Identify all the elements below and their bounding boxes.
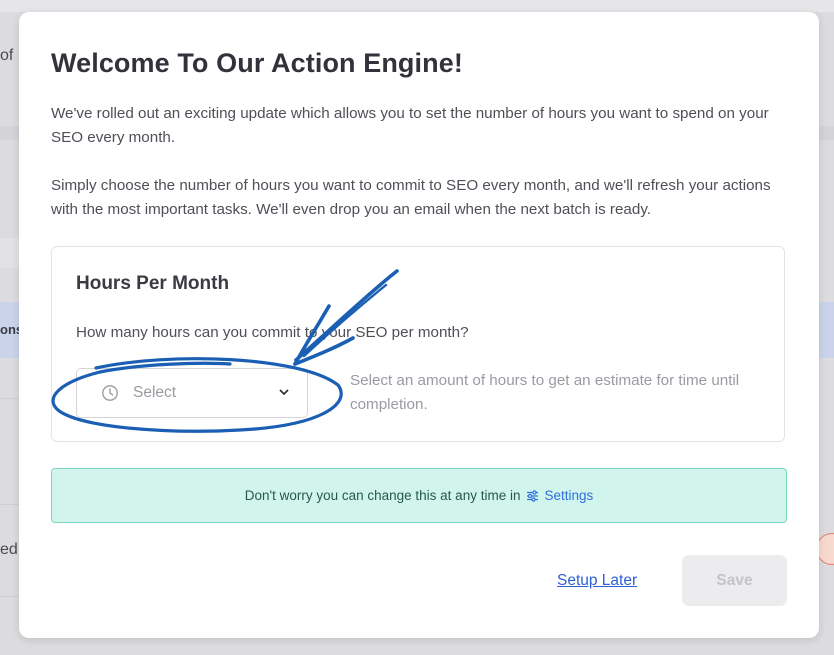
card-title: Hours Per Month [76, 273, 230, 294]
hours-question: How many hours can you commit to your SE… [76, 324, 469, 341]
hours-per-month-card: Hours Per Month How many hours can you c… [51, 246, 785, 442]
instructions-paragraph: Simply choose the number of hours you wa… [51, 177, 771, 218]
background-header-strip [0, 0, 834, 12]
background-table-header-right [819, 302, 834, 358]
background-text-fragment: of [0, 47, 14, 64]
background-row-fragment: ed [0, 541, 18, 558]
intro-paragraph: We've rolled out an exciting update whic… [51, 105, 769, 146]
notice-text: Don't worry you can change this at any t… [244, 488, 521, 503]
save-button[interactable]: Save [682, 555, 787, 606]
setup-later-link[interactable]: Setup Later [557, 572, 637, 590]
settings-link-label: Settings [544, 488, 594, 503]
chevron-down-icon [279, 389, 289, 395]
welcome-modal: Welcome To Our Action Engine! We've roll… [19, 12, 819, 638]
background-progress-track-right [819, 126, 834, 140]
select-placeholder: Select [133, 384, 177, 401]
modal-title: Welcome To Our Action Engine! [51, 48, 463, 78]
settings-notice: Don't worry you can change this at any t… [51, 468, 787, 523]
hours-select[interactable]: Select [76, 368, 308, 418]
estimate-hint: Select an amount of hours to get an esti… [350, 372, 740, 413]
clock-icon [102, 385, 118, 401]
sliders-icon [527, 489, 539, 502]
settings-link[interactable]: Settings [526, 488, 593, 503]
